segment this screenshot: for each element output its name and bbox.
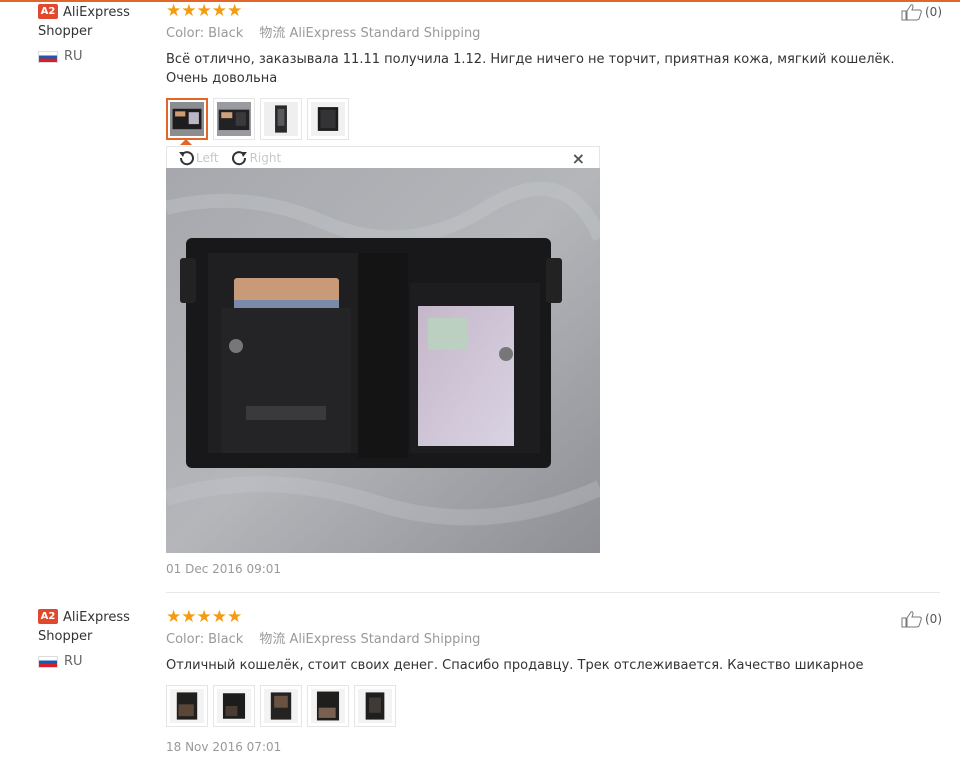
wallet-photo-icon xyxy=(170,689,204,723)
photo-thumbnail[interactable] xyxy=(307,98,349,140)
reviewer-country: RU xyxy=(38,49,148,64)
likes-count: (0) xyxy=(925,5,942,19)
rotate-right-button[interactable]: Right xyxy=(231,149,282,167)
review-item: A2 AliExpress Shopper RU ★★★★★ Color: Blac… xyxy=(0,0,960,593)
review-date: 18 Nov 2016 07:01 xyxy=(166,740,282,754)
star-rating: ★★★★★ xyxy=(166,607,243,627)
wallet-photo-icon xyxy=(311,102,345,136)
review-divider xyxy=(166,592,940,593)
color-label: Color: xyxy=(166,632,205,647)
rotate-right-icon xyxy=(231,150,247,165)
russia-flag-icon xyxy=(38,50,58,63)
photo-thumbnail[interactable] xyxy=(166,98,208,140)
review-item: A2 AliExpress Shopper RU ★★★★★ Color: Blac… xyxy=(0,594,960,770)
rotate-right-label: Right xyxy=(249,150,282,165)
photo-thumbnail[interactable] xyxy=(354,685,396,727)
wallet-photo-icon xyxy=(264,102,298,136)
photo-thumbnail[interactable] xyxy=(213,685,255,727)
photo-thumbnails xyxy=(166,685,926,727)
wallet-photo-icon xyxy=(170,102,204,136)
wallet-photo-icon xyxy=(217,689,251,723)
country-code: RU xyxy=(64,49,83,64)
rotate-left-label: Left xyxy=(196,150,219,165)
helpful-button[interactable]: (0) xyxy=(901,610,942,628)
reviewer-info: A2 AliExpress Shopper RU xyxy=(38,608,148,669)
helpful-button[interactable]: (0) xyxy=(901,3,942,21)
reviewer-country: RU xyxy=(38,654,148,669)
reviewer-info: A2 AliExpress Shopper RU xyxy=(38,3,148,64)
close-viewer-button[interactable]: × xyxy=(572,149,585,168)
viewer-toolbar: Left Right × xyxy=(166,146,600,168)
order-info: Color: Black 物流 AliExpress Standard Shippi… xyxy=(166,25,926,43)
wallet-photo-icon xyxy=(358,689,392,723)
color-label: Color: xyxy=(166,26,205,41)
color-value: Black xyxy=(208,26,244,41)
order-info: Color: Black 物流 AliExpress Standard Shippi… xyxy=(166,631,926,649)
photo-thumbnail[interactable] xyxy=(260,98,302,140)
photo-thumbnails xyxy=(166,98,926,140)
star-rating: ★★★★★ xyxy=(166,1,243,21)
review-content: ★★★★★ Color: Black 物流 AliExpress Standard … xyxy=(166,2,926,145)
user-level-badge: A2 xyxy=(38,609,58,624)
photo-thumbnail[interactable] xyxy=(166,685,208,727)
photo-viewer: Left Right × xyxy=(166,146,600,553)
user-level-badge: A2 xyxy=(38,4,58,19)
review-content: ★★★★★ Color: Black 物流 AliExpress Standard … xyxy=(166,608,926,727)
photo-thumbnail[interactable] xyxy=(260,685,302,727)
thumbnail-pointer xyxy=(180,139,192,145)
review-date: 01 Dec 2016 09:01 xyxy=(166,562,282,576)
shipping-label: 物流 xyxy=(259,632,286,647)
color-value: Black xyxy=(208,632,244,647)
wallet-photo-icon xyxy=(217,102,251,136)
rotate-left-icon xyxy=(179,150,194,165)
wallet-photo-icon xyxy=(311,689,345,723)
review-text: Отличный кошелёк, стоит своих денег. Спа… xyxy=(166,658,864,673)
shipping-value: AliExpress Standard Shipping xyxy=(289,26,481,41)
thumbs-up-icon xyxy=(901,4,922,21)
photo-thumbnail[interactable] xyxy=(307,685,349,727)
likes-count: (0) xyxy=(925,612,942,626)
photo-thumbnail[interactable] xyxy=(213,98,255,140)
rotate-left-button[interactable]: Left xyxy=(177,149,219,167)
shipping-value: AliExpress Standard Shipping xyxy=(289,632,481,647)
review-text: Всё отлично, заказывала 11.11 получила 1… xyxy=(166,52,895,86)
russia-flag-icon xyxy=(38,655,58,668)
shipping-label: 物流 xyxy=(259,26,286,41)
thumbs-up-icon xyxy=(901,611,922,628)
country-code: RU xyxy=(64,654,83,669)
wallet-photo xyxy=(166,168,600,553)
wallet-photo-icon xyxy=(264,689,298,723)
